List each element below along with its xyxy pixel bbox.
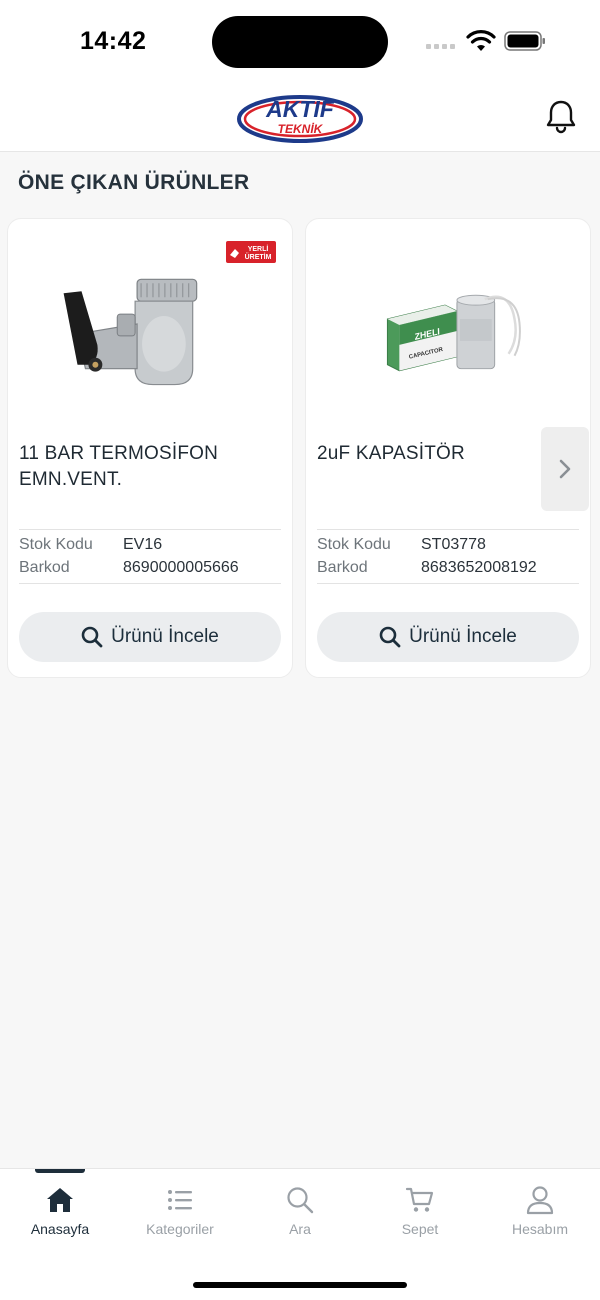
user-icon (526, 1186, 554, 1215)
bell-icon[interactable] (544, 98, 578, 134)
search-icon (379, 626, 401, 648)
stock-code-label: Stok Kodu (317, 536, 391, 553)
status-time: 14:42 (80, 27, 147, 55)
divider (19, 529, 281, 530)
carousel-next-button[interactable] (541, 427, 589, 511)
divider (19, 583, 281, 584)
active-tab-indicator (35, 1169, 85, 1173)
list-icon (168, 1190, 192, 1210)
stock-code-label: Stok Kodu (19, 536, 93, 553)
cellular-signal-icon (426, 44, 455, 49)
wifi-icon (466, 30, 496, 51)
tab-label: Anasayfa (30, 1221, 90, 1237)
tab-label: Sepet (401, 1221, 439, 1237)
view-product-label: Ürünü İncele (409, 626, 517, 647)
product-name[interactable]: 11 BAR TERMOSİFON EMN.VENT. (19, 441, 278, 493)
search-icon (81, 626, 103, 648)
divider (317, 583, 579, 584)
search-icon (287, 1187, 314, 1214)
stock-code-row: Stok Kodu EV16 (19, 536, 281, 554)
view-product-button[interactable]: Ürünü İncele (317, 612, 579, 662)
stock-code-value: ST03778 (421, 536, 486, 553)
bottom-tab-bar: Anasayfa Kategoriler Ara Sepet Hesabım (0, 1168, 600, 1300)
svg-text:YERLİ: YERLİ (248, 245, 269, 253)
barcode-label: Barkod (317, 559, 368, 576)
product-image: ZHELI CAPACITOR (386, 294, 521, 372)
tab-label: Ara (289, 1221, 311, 1237)
view-product-label: Ürünü İncele (111, 626, 219, 647)
barcode-row: Barkod 8690000005666 (19, 559, 281, 577)
tab-hesabim[interactable]: Hesabım (480, 1185, 600, 1245)
barcode-label: Barkod (19, 559, 70, 576)
divider (317, 529, 579, 530)
stock-code-row: Stok Kodu ST03778 (317, 536, 579, 554)
barcode-row: Barkod 8683652008192 (317, 559, 579, 577)
yerli-uretim-badge: YERLİ ÜRETİM (226, 241, 276, 263)
aktif-teknik-logo[interactable]: AKTİF TEKNİK (236, 90, 364, 144)
tab-sepet[interactable]: Sepet (360, 1185, 480, 1245)
product-name[interactable]: 2uF KAPASİTÖR (317, 441, 576, 467)
tab-anasayfa[interactable]: Anasayfa (0, 1185, 120, 1245)
svg-text:ÜRETİM: ÜRETİM (245, 252, 272, 261)
tab-kategoriler[interactable]: Kategoriler (120, 1185, 240, 1245)
product-card[interactable]: YERLİ ÜRETİM 11 BAR TERMOSİFON EMN.VENT.… (7, 218, 293, 678)
tab-label: Kategoriler (146, 1221, 214, 1237)
dynamic-island (212, 16, 388, 68)
svg-text:AKTİF: AKTİF (265, 96, 335, 122)
tab-ara[interactable]: Ara (240, 1185, 360, 1245)
app-header: AKTİF TEKNİK (0, 80, 600, 152)
battery-icon (504, 31, 545, 51)
svg-text:TEKNİK: TEKNİK (278, 121, 324, 136)
section-title: ÖNE ÇIKAN ÜRÜNLER (18, 171, 250, 194)
barcode-value: 8683652008192 (421, 559, 537, 576)
status-bar: 14:42 (0, 0, 600, 80)
view-product-button[interactable]: Ürünü İncele (19, 612, 281, 662)
home-indicator[interactable] (193, 1282, 407, 1288)
barcode-value: 8690000005666 (123, 559, 239, 576)
stock-code-value: EV16 (123, 536, 163, 553)
tab-label: Hesabım (511, 1221, 569, 1237)
home-icon (47, 1188, 73, 1212)
chevron-right-icon (559, 459, 571, 479)
cart-icon (405, 1187, 434, 1212)
